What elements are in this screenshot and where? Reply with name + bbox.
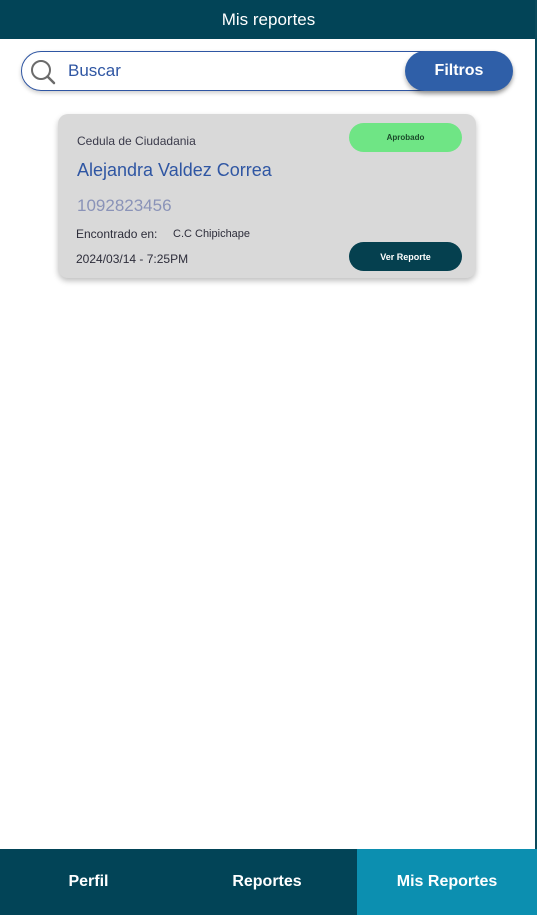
view-report-label: Ver Reporte [380,251,431,262]
search-bar: Filtros [21,50,513,91]
page-title: Mis reportes [221,9,316,29]
nav-label-mis-reportes: Mis Reportes [396,873,498,890]
filters-button-label: Filtros [434,61,484,79]
status-label: Aprobado [386,133,425,142]
app-bar: Mis reportes [0,0,537,39]
document-number: 1092823456 [77,196,172,215]
filters-button[interactable]: Filtros [405,50,513,91]
nav-label-reportes: Reportes [232,873,302,890]
status-badge: Aprobado [349,123,462,152]
search-icon[interactable] [30,59,56,85]
person-name: Alejandra Valdez Correa [77,160,272,180]
nav-item-perfil[interactable]: Perfil [0,849,177,915]
document-type: Cedula de Ciudadania [77,134,196,148]
found-location: C.C Chipichape [173,228,251,240]
nav-item-mis-reportes[interactable]: Mis Reportes [357,849,537,915]
search-input[interactable] [68,57,398,85]
report-date: 2024/03/14 - 7:25PM [76,252,189,266]
nav-label-perfil: Perfil [68,873,109,890]
bottom-nav: Perfil Reportes Mis Reportes [0,849,537,915]
found-label: Encontrado en: [76,227,158,241]
report-card: Cedula de Ciudadania Aprobado Alejandra … [58,114,476,278]
nav-item-reportes[interactable]: Reportes [177,849,357,915]
view-report-button[interactable]: Ver Reporte [349,242,462,271]
